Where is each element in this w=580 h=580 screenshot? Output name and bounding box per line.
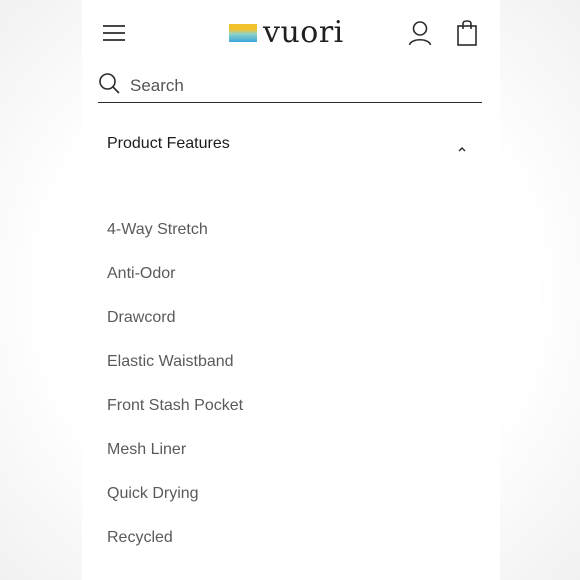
- chevron-up-icon[interactable]: [457, 140, 467, 152]
- accordion-title: Product Features: [107, 135, 230, 152]
- feature-item-drawcord[interactable]: Drawcord: [107, 306, 243, 350]
- hamburger-menu-icon[interactable]: [102, 22, 126, 44]
- user-icon[interactable]: [408, 20, 432, 46]
- feature-item-elastic-waistband[interactable]: Elastic Waistband: [107, 350, 243, 394]
- search-icon[interactable]: [98, 72, 120, 94]
- feature-item-mesh-liner[interactable]: Mesh Liner: [107, 438, 243, 482]
- product-features-accordion-toggle[interactable]: Product Features: [107, 130, 469, 158]
- brand-logo[interactable]: vuori: [229, 18, 344, 48]
- feature-item-anti-odor[interactable]: Anti-Odor: [107, 262, 243, 306]
- feature-list: 4-Way Stretch Anti-Odor Drawcord Elastic…: [107, 218, 243, 570]
- search-bar[interactable]: [98, 68, 482, 103]
- shopping-bag-icon[interactable]: [456, 20, 478, 46]
- logo-text: vuori: [263, 15, 344, 50]
- feature-item-front-stash-pocket[interactable]: Front Stash Pocket: [107, 394, 243, 438]
- search-input[interactable]: [128, 72, 472, 100]
- logo-gradient-mark: [229, 24, 257, 42]
- feature-item-quick-drying[interactable]: Quick Drying: [107, 482, 243, 526]
- feature-item-recycled[interactable]: Recycled: [107, 526, 243, 570]
- feature-item-4-way-stretch[interactable]: 4-Way Stretch: [107, 218, 243, 262]
